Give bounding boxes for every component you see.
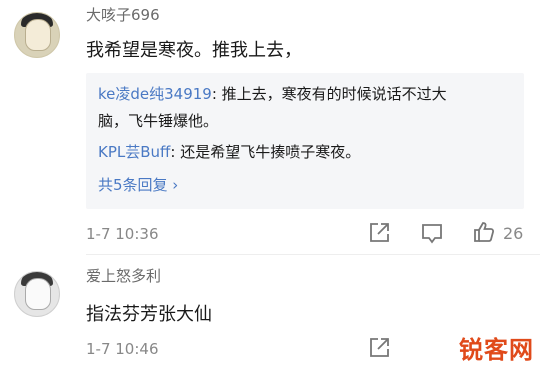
avatar-face — [25, 19, 51, 51]
reply-item-continued: 脑，飞牛锤爆他。 — [98, 108, 218, 135]
comment-feed: 大咳子696 我希望是寒夜。推我上去， ke凌de纯34919: 推上去，寒夜有… — [0, 0, 540, 373]
reply-text: 脑，飞牛锤爆他。 — [98, 112, 219, 130]
avatar-face — [25, 278, 51, 310]
comment-username[interactable]: 大咳子696 — [86, 4, 160, 25]
like-icon[interactable] — [472, 220, 496, 248]
comment-text: 指法芬芳张大仙 — [86, 304, 212, 325]
reply-item: ke凌de纯34919: 推上去，寒夜有的时候说话不过大 — [98, 81, 447, 108]
comment-divider — [86, 254, 540, 255]
share-icon[interactable] — [368, 222, 392, 248]
reply-item: KPL芸Buff: 还是希望飞牛揍喷子寒夜。 — [98, 139, 360, 166]
reply-thread: ke凌de纯34919: 推上去，寒夜有的时候说话不过大 脑，飞牛锤爆他。 KP… — [86, 73, 524, 209]
comment-username[interactable]: 爱上怒多利 — [86, 265, 161, 286]
comment-timestamp: 1-7 10:36 — [86, 225, 159, 243]
view-more-replies-link[interactable]: 共5条回复 › — [98, 174, 178, 195]
user-avatar[interactable] — [14, 12, 60, 58]
reply-text: : 推上去，寒夜有的时候说话不过大 — [211, 85, 447, 103]
like-count: 26 — [503, 224, 524, 243]
comment-text: 我希望是寒夜。推我上去， — [86, 40, 302, 61]
reply-username[interactable]: KPL芸Buff — [98, 143, 170, 161]
watermark-logo: 锐客网 — [459, 336, 534, 364]
comment-icon[interactable] — [420, 221, 444, 249]
comment-timestamp: 1-7 10:46 — [86, 340, 159, 358]
user-avatar[interactable] — [14, 271, 60, 317]
reply-text: : 还是希望飞牛揍喷子寒夜。 — [170, 143, 361, 161]
share-icon[interactable] — [368, 337, 392, 363]
reply-username[interactable]: ke凌de纯34919 — [98, 85, 212, 103]
